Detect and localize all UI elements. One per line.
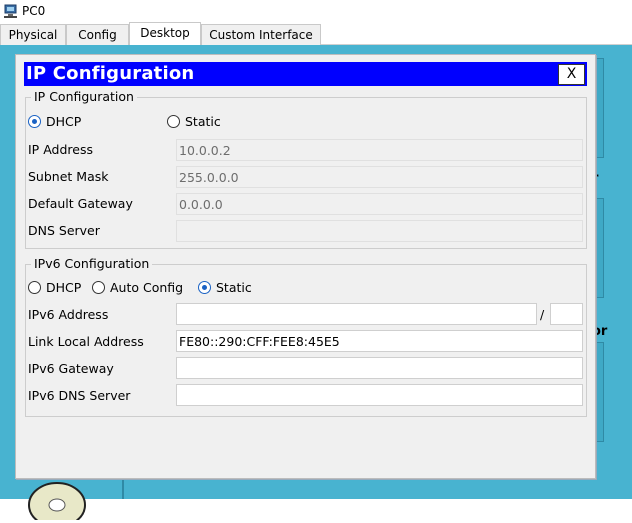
ip-address-field[interactable]: 10.0.0.2 <box>176 139 583 161</box>
window-title: PC0 <box>22 4 46 18</box>
ipv4-static-label[interactable]: Static <box>185 114 221 129</box>
ipv4-dhcp-radio[interactable] <box>28 115 41 128</box>
default-gateway-label: Default Gateway <box>28 196 133 211</box>
ipv4-static-radio[interactable] <box>167 115 180 128</box>
ipv6-gateway-label: IPv6 Gateway <box>28 361 114 376</box>
tab-config[interactable]: Config <box>66 24 129 45</box>
ipv6-address-label: IPv6 Address <box>28 307 109 322</box>
ipv6-auto-config-radio[interactable] <box>92 281 105 294</box>
ipv6-static-radio[interactable] <box>198 281 211 294</box>
ipv6-static-label[interactable]: Static <box>216 280 252 295</box>
subnet-mask-field[interactable]: 255.0.0.0 <box>176 166 583 188</box>
ipv4-dhcp-label[interactable]: DHCP <box>46 114 81 129</box>
window-title-bar <box>0 0 632 22</box>
ipv6-dhcp-radio[interactable] <box>28 281 41 294</box>
ipv6-address-field[interactable] <box>176 303 537 325</box>
ipv6-prefix-length-field[interactable] <box>550 303 583 325</box>
dns-server-label: DNS Server <box>28 223 100 238</box>
ipv6-dns-server-label: IPv6 DNS Server <box>28 388 131 403</box>
prefix-separator: / <box>540 307 545 322</box>
dns-server-field[interactable] <box>176 220 583 242</box>
ipv4-group-legend: IP Configuration <box>31 89 137 104</box>
desktop-divider <box>122 480 124 499</box>
default-gateway-field[interactable]: 0.0.0.0 <box>176 193 583 215</box>
tab-desktop[interactable]: Desktop <box>129 22 201 46</box>
ipv6-auto-config-label[interactable]: Auto Config <box>110 280 183 295</box>
dialog-title: IP Configuration <box>26 63 195 84</box>
ip-address-label: IP Address <box>28 142 93 157</box>
tab-custom-interface[interactable]: Custom Interface <box>201 24 321 45</box>
pc-app-icon <box>3 4 19 18</box>
ipv6-dns-server-field[interactable] <box>176 384 583 406</box>
disc-icon[interactable] <box>22 480 92 523</box>
close-button[interactable]: X <box>558 64 585 85</box>
ipv6-dhcp-label[interactable]: DHCP <box>46 280 81 295</box>
link-local-address-label: Link Local Address <box>28 334 144 349</box>
link-local-address-field[interactable]: FE80::290:CFF:FEE8:45E5 <box>176 330 583 352</box>
subnet-mask-label: Subnet Mask <box>28 169 109 184</box>
ipv6-gateway-field[interactable] <box>176 357 583 379</box>
ipv6-group-legend: IPv6 Configuration <box>31 256 153 271</box>
tab-physical[interactable]: Physical <box>0 24 66 45</box>
